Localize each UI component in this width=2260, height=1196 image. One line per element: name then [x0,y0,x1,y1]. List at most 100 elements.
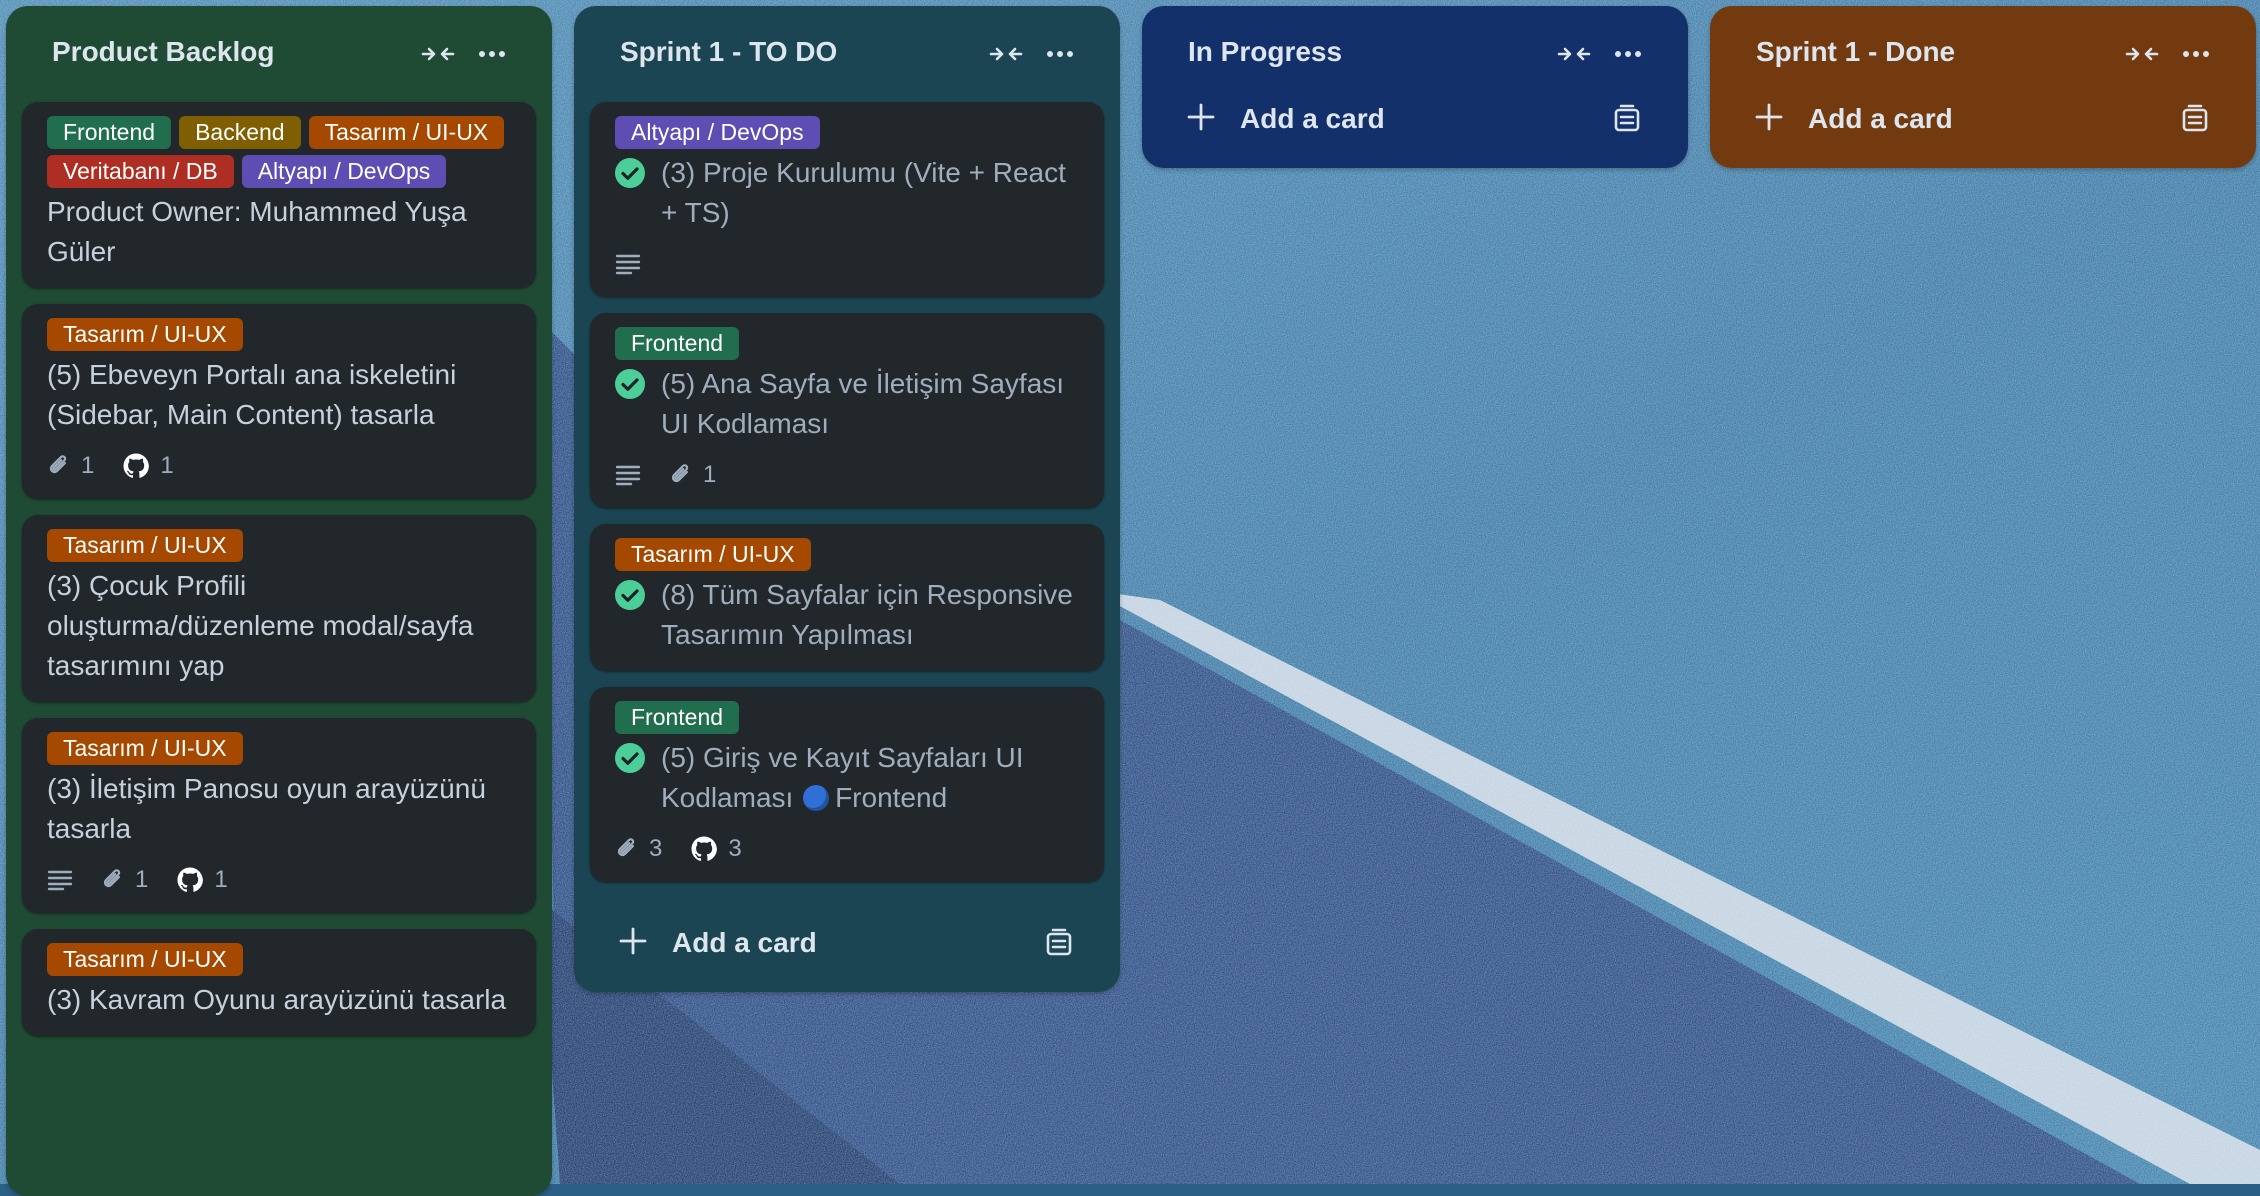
card-title: (5) Giriş ve Kayıt Sayfaları UI Kodlamas… [615,738,1086,818]
plus-icon [619,927,647,955]
card-title: (3) İletişim Panosu oyun arayüzünü tasar… [47,769,518,849]
attachments-count: 1 [703,461,717,488]
card-label[interactable]: Veritabanı / DB [47,155,234,188]
attachments-count: 1 [81,452,95,479]
attachments-badge: 1 [47,452,94,480]
card-template-icon[interactable] [1044,928,1074,958]
card-label[interactable]: Tasarım / UI-UX [308,116,505,149]
card-badges [615,247,1086,281]
card-title-wrap: (5) Giriş ve Kayıt Sayfaları UI Kodlamas… [661,738,1086,818]
add-card-label: Add a card [1240,103,1385,134]
card-labels: Altyapı / DevOps [615,116,1086,149]
checkmark-complete-icon [615,369,645,399]
card[interactable]: Altyapı / DevOps (3) Proje Kurulumu (Vite… [590,102,1104,297]
checkmark-complete-icon [615,743,645,773]
card-label[interactable]: Tasarım / UI-UX [47,529,243,562]
card-badges: 1 [615,458,1086,492]
collapse-icon[interactable] [986,36,1026,72]
card[interactable]: Tasarım / UI-UX (5) Ebeveyn Portalı ana i… [22,304,536,499]
add-card-button[interactable]: Add a card [590,898,1104,992]
card[interactable]: Frontend Backend Tasarım / UI-UX Veritabanı… [22,102,536,288]
card-title-suffix: Frontend [835,782,948,813]
add-card-label: Add a card [1808,103,1953,134]
attachment-icon [103,869,121,888]
card-label[interactable]: Frontend [615,327,740,360]
add-card-label: Add a card [672,927,817,958]
card[interactable]: Tasarım / UI-UX (3) İletişim Panosu oyun … [22,718,536,913]
checkmark-complete-icon [615,580,645,610]
github-badge: 1 [176,866,228,894]
card-labels: Tasarım / UI-UX [615,538,1086,571]
description-icon [615,254,641,275]
list-title[interactable]: Product Backlog [52,36,274,68]
collapse-icon[interactable] [418,36,458,72]
github-icon [123,453,150,478]
list-title[interactable]: In Progress [1188,36,1342,68]
github-count: 1 [160,452,174,479]
list-header: Product Backlog [22,6,536,102]
card-badges: 11 [47,449,518,483]
card-label[interactable]: Tasarım / UI-UX [47,318,243,351]
description-icon [615,465,641,486]
card-title: (8) Tüm Sayfalar için Responsive Tasarım… [615,575,1086,655]
card-labels: Tasarım / UI-UX [47,732,518,765]
card[interactable]: Tasarım / UI-UX (3) Kavram Oyunu arayüzün… [22,929,536,1036]
description-badge [615,464,641,486]
card-title: (3) Proje Kurulumu (Vite + React + TS) [615,153,1086,233]
more-options-icon[interactable] [1608,36,1648,72]
add-card-button[interactable]: Add a card [1726,74,2240,168]
github-count: 3 [728,835,742,862]
card-labels: Frontend Backend Tasarım / UI-UX Veritabanı… [47,116,518,188]
card-label[interactable]: Tasarım / UI-UX [615,538,811,571]
list-title[interactable]: Sprint 1 - TO DO [620,36,837,68]
more-options-icon[interactable] [1040,36,1080,72]
card-title: (5) Ebeveyn Portalı ana iskeletini (Side… [47,355,518,435]
list-sprint-1-todo: Sprint 1 - TO DO Altyapı / DevOps (3) Pro… [574,6,1120,992]
card-labels: Tasarım / UI-UX [47,943,518,976]
card-label[interactable]: Frontend [47,116,172,149]
card-badges: 33 [615,832,1086,866]
card[interactable]: Tasarım / UI-UX (3) Çocuk Profili oluştur… [22,515,536,702]
plus-icon [1187,103,1215,131]
more-options-icon[interactable] [472,36,512,72]
list-sprint-1-done: Sprint 1 - Done Add a card [1710,6,2256,168]
list-header: Sprint 1 - TO DO [590,6,1104,102]
card-labels: Frontend [615,327,1086,360]
description-icon [47,870,73,891]
card[interactable]: Frontend (5) Giriş ve Kayıt Sayfaları UI … [590,687,1104,882]
blue-circle-emoji-icon [803,785,830,811]
collapse-icon[interactable] [1554,36,1594,72]
github-badge: 1 [122,452,174,480]
card-title-text: Product Owner: Muhammed Yuşa Güler [47,196,467,267]
github-count: 1 [214,866,228,893]
plus-icon [1755,103,1783,131]
list-in-progress: In Progress Add a card [1142,6,1688,168]
list-product-backlog: Product Backlog Frontend Backend Tasarım /… [6,6,552,1196]
card-title-text: (3) Çocuk Profili oluşturma/düzenleme mo… [47,570,474,681]
card-title-text: (5) Ana Sayfa ve İletişim Sayfası UI Kod… [661,368,1065,439]
card-labels: Frontend [615,701,1086,734]
card-label[interactable]: Backend [179,116,301,149]
card-label[interactable]: Tasarım / UI-UX [47,732,243,765]
card-title-text: (5) Ebeveyn Portalı ana iskeletini (Side… [47,359,457,430]
description-badge [47,869,73,891]
card-label[interactable]: Tasarım / UI-UX [47,943,243,976]
card-title-text: (3) Proje Kurulumu (Vite + React + TS) [661,157,1066,228]
card-template-icon[interactable] [1612,104,1642,134]
more-options-icon[interactable] [2176,36,2216,72]
card-title: (3) Çocuk Profili oluşturma/düzenleme mo… [47,566,518,686]
card-labels: Tasarım / UI-UX [47,529,518,562]
card-label[interactable]: Altyapı / DevOps [615,116,820,149]
card[interactable]: Frontend (5) Ana Sayfa ve İletişim Sayfas… [590,313,1104,508]
add-card-button[interactable]: Add a card [1158,74,1672,168]
card-label[interactable]: Altyapı / DevOps [241,155,447,188]
attachments-badge: 1 [669,461,716,489]
list-title[interactable]: Sprint 1 - Done [1756,36,1955,68]
card-labels: Tasarım / UI-UX [47,318,518,351]
card-template-icon[interactable] [2180,104,2210,134]
card-label[interactable]: Frontend [615,701,740,734]
collapse-icon[interactable] [2122,36,2162,72]
attachment-icon [617,838,635,857]
card[interactable]: Tasarım / UI-UX (8) Tüm Sayfalar için Res… [590,524,1104,671]
card-title: Product Owner: Muhammed Yuşa Güler [47,192,518,272]
